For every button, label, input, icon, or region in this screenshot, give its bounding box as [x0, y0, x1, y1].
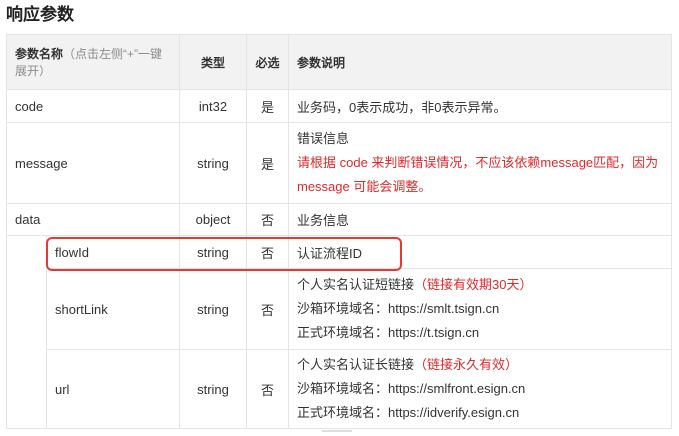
- scroll-edge-mark: [322, 430, 352, 432]
- header-param-name[interactable]: 参数名称（点击左侧“+”一键展开）: [6, 34, 180, 90]
- param-description: 认证流程ID: [288, 235, 672, 269]
- description-note: （链接永久有效）: [414, 357, 519, 372]
- param-required: 是: [246, 89, 289, 123]
- param-type: string: [179, 268, 247, 350]
- description-line: 错误信息: [297, 131, 350, 146]
- header-type: 类型: [179, 34, 247, 90]
- description-note: （链接有效期30天）: [414, 277, 533, 292]
- param-name: url: [46, 349, 180, 429]
- sandbox-domain: 沙箱环境域名：https://smlt.tsign.cn: [297, 301, 500, 316]
- param-description: 错误信息 请根据 code 来判断错误情况，不应该依赖message匹配，因为 …: [288, 122, 672, 204]
- table-row-data[interactable]: data object 否 业务信息: [6, 203, 672, 236]
- param-description: 个人实名认证短链接（链接有效期30天） 沙箱环境域名：https://smlt.…: [288, 268, 672, 350]
- response-params-table: 参数名称（点击左侧“+”一键展开） 类型 必选 参数说明 code int32 …: [6, 34, 672, 429]
- description-line: 个人实名认证短链接（链接有效期30天）: [297, 273, 663, 297]
- param-name: shortLink: [46, 268, 180, 350]
- description-main: 个人实名认证短链接: [297, 277, 415, 292]
- table-row-shortlink: shortLink string 否 个人实名认证短链接（链接有效期30天） 沙…: [7, 268, 672, 350]
- section-title: 响应参数: [6, 5, 74, 24]
- indent-spacer: [6, 235, 47, 429]
- param-required: 否: [246, 203, 289, 236]
- param-name: message: [6, 122, 180, 204]
- param-type: int32: [179, 89, 247, 123]
- param-required: 是: [246, 122, 289, 204]
- description-warning: 请根据 code 来判断错误情况，不应该依赖message匹配，因为: [297, 155, 659, 170]
- param-type: string: [179, 122, 247, 204]
- production-domain: 正式环境域名：https://idverify.esign.cn: [297, 405, 520, 420]
- param-required: 否: [246, 349, 289, 429]
- param-name: flowId: [46, 235, 180, 269]
- param-type: object: [179, 203, 247, 236]
- param-type: string: [179, 349, 247, 429]
- header-required: 必选: [246, 34, 289, 90]
- param-name: data: [6, 203, 180, 236]
- param-description: 业务码，0表示成功，非0表示异常。: [288, 89, 672, 123]
- description-warning-cont: message 可能会调整。: [297, 179, 432, 194]
- param-description: 业务信息: [288, 203, 672, 236]
- param-name: code: [6, 89, 180, 123]
- production-domain: 正式环境域名：https://t.tsign.cn: [297, 325, 480, 340]
- header-name-label: 参数名称: [15, 47, 64, 61]
- sandbox-domain: 沙箱环境域名：https://smlfront.esign.cn: [297, 381, 526, 396]
- table-row-flowid: flowId string 否 认证流程ID: [6, 235, 672, 429]
- param-description: 个人实名认证长链接（链接永久有效） 沙箱环境域名：https://smlfron…: [288, 349, 672, 429]
- param-required: 否: [246, 268, 289, 350]
- table-header-row: 参数名称（点击左侧“+”一键展开） 类型 必选 参数说明: [6, 34, 672, 90]
- header-description: 参数说明: [288, 34, 672, 90]
- param-required: 否: [246, 235, 289, 269]
- table-row-code: code int32 是 业务码，0表示成功，非0表示异常。: [6, 89, 672, 123]
- description-main: 个人实名认证长链接: [297, 357, 415, 372]
- param-type: string: [179, 235, 247, 269]
- description-line: 个人实名认证长链接（链接永久有效）: [297, 353, 663, 377]
- table-row-message: message string 是 错误信息 请根据 code 来判断错误情况，不…: [6, 122, 672, 204]
- table-row-url: url string 否 个人实名认证长链接（链接永久有效） 沙箱环境域名：ht…: [7, 349, 672, 429]
